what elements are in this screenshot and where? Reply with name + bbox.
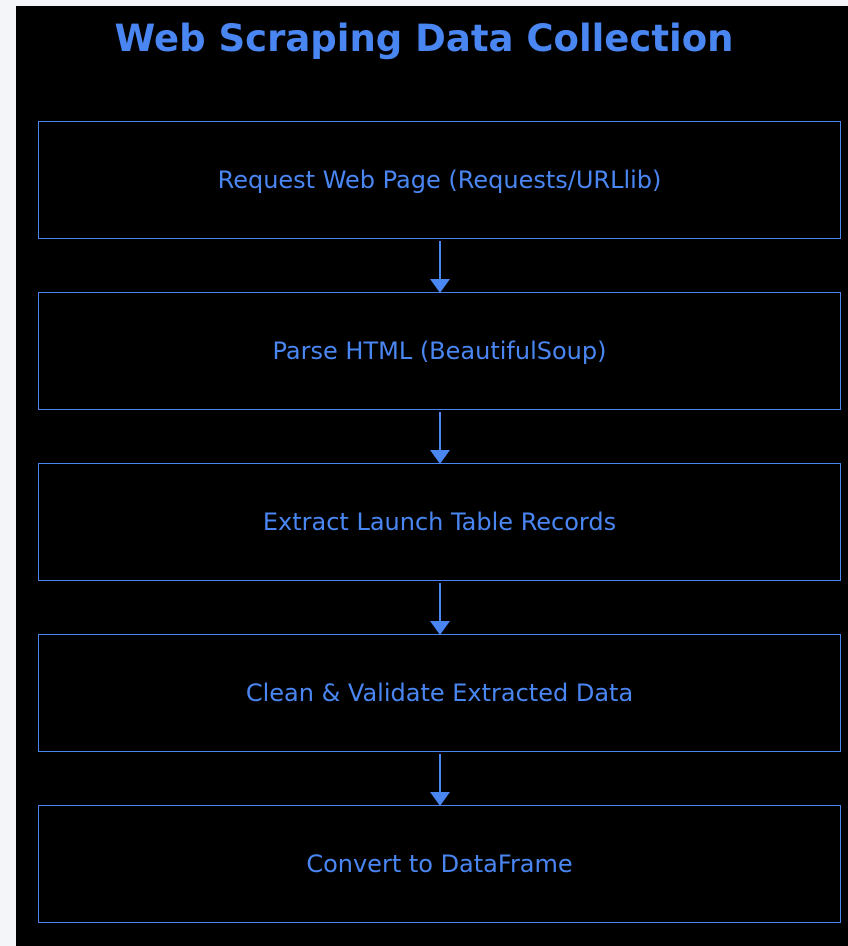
diagram-title: Web Scraping Data Collection bbox=[114, 17, 734, 60]
arrow-down-icon bbox=[430, 583, 450, 635]
step-label: Parse HTML (BeautifulSoup) bbox=[272, 337, 607, 365]
step-label: Convert to DataFrame bbox=[306, 850, 573, 878]
step-parse-html: Parse HTML (BeautifulSoup) bbox=[38, 292, 841, 410]
step-request-web-page: Request Web Page (Requests/URLlib) bbox=[38, 121, 841, 239]
step-label: Request Web Page (Requests/URLlib) bbox=[217, 166, 662, 194]
step-label: Extract Launch Table Records bbox=[262, 508, 617, 536]
step-extract-records: Extract Launch Table Records bbox=[38, 463, 841, 581]
arrow-down-icon bbox=[430, 412, 450, 464]
arrow-down-icon bbox=[430, 241, 450, 293]
step-clean-validate: Clean & Validate Extracted Data bbox=[38, 634, 841, 752]
step-label: Clean & Validate Extracted Data bbox=[245, 679, 634, 707]
step-convert-dataframe: Convert to DataFrame bbox=[38, 805, 841, 923]
diagram-canvas: Web Scraping Data Collection Request Web… bbox=[16, 6, 848, 946]
arrow-down-icon bbox=[430, 754, 450, 806]
